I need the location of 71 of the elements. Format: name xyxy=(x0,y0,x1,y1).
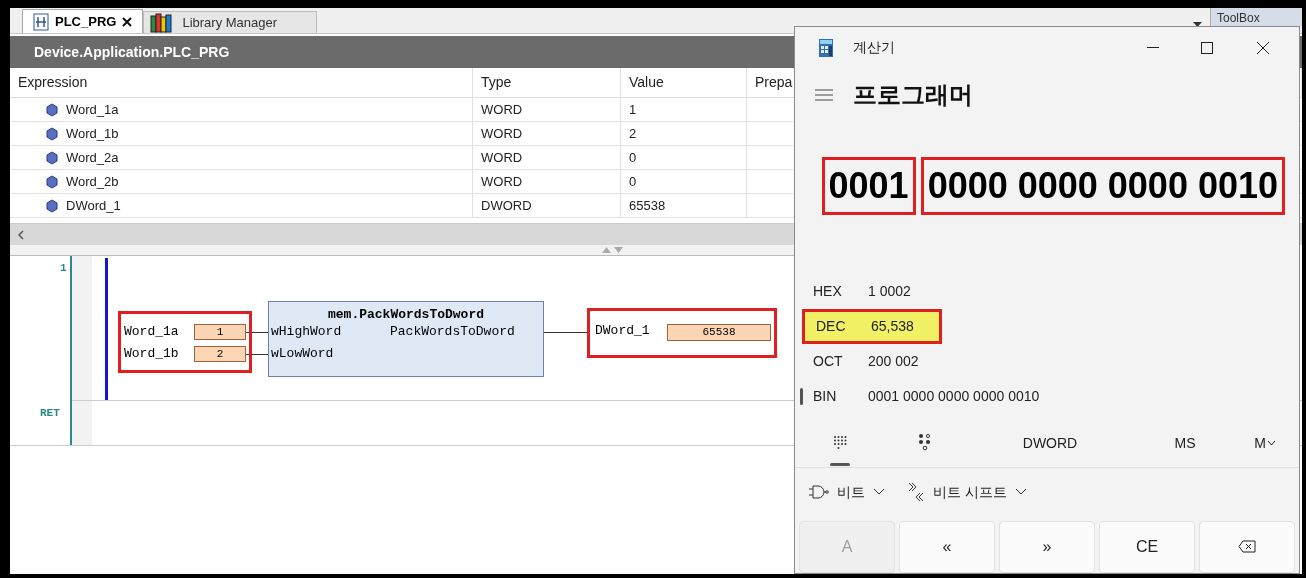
logic-gate-icon xyxy=(809,484,829,501)
variable-name: DWord_1 xyxy=(595,322,650,340)
table-cell: WORD xyxy=(473,98,621,121)
input-pin-label: wLowWord xyxy=(271,345,334,363)
table-cell-text: DWord_1 xyxy=(66,196,121,215)
editor-tab[interactable]: Library Manager xyxy=(143,11,318,33)
table-cell: 1 xyxy=(621,98,747,121)
value-field: 1 xyxy=(194,324,246,340)
table-cell-text: Word_2a xyxy=(66,148,119,167)
editor-tab[interactable]: PLC_PRG xyxy=(22,9,144,33)
value-field: 2 xyxy=(194,346,246,362)
table-cell-text: Word_1b xyxy=(66,124,119,143)
display-value: 0001 xyxy=(821,157,916,216)
table-cell: 65538 xyxy=(621,194,747,217)
close-icon[interactable] xyxy=(1257,41,1269,54)
radix-row[interactable]: DEC 65,538 xyxy=(802,309,942,345)
chevron-down-icon xyxy=(873,488,885,497)
maximize-icon[interactable] xyxy=(1201,41,1213,54)
minimize-icon[interactable] xyxy=(1147,46,1159,49)
column-header[interactable]: Value xyxy=(621,68,747,97)
dropdown-button[interactable]: 비트 xyxy=(809,481,885,503)
close-icon[interactable] xyxy=(122,16,133,27)
block-title: mem.PackWordsToDword xyxy=(327,306,485,324)
backspace-icon xyxy=(1238,540,1256,554)
dropdown-button[interactable]: 비트 시프트 xyxy=(907,481,1027,503)
table-cell: 0 xyxy=(621,170,747,193)
variable-icon xyxy=(46,198,58,213)
mode-title: 프로그래머 xyxy=(853,80,973,111)
table-cell: WORD xyxy=(473,170,621,193)
dropdown-arrow-icon[interactable] xyxy=(1193,22,1202,27)
variable-icon xyxy=(46,174,58,189)
input-pin-label: wHighWord xyxy=(271,323,342,341)
window-title: 계산기 xyxy=(853,38,895,58)
radix-row[interactable]: HEX 1 0002 xyxy=(795,274,1299,310)
output-pin-label: PackWordsToDword xyxy=(390,323,515,341)
shift-arrows-icon xyxy=(907,482,925,503)
chevron-down-icon xyxy=(1266,440,1276,447)
return-label: RET xyxy=(40,406,60,421)
books-icon xyxy=(150,12,173,33)
toolbox-tab[interactable]: ToolBox xyxy=(1210,8,1302,26)
variable-name: Word_1a xyxy=(124,323,179,341)
column-header[interactable]: Expression xyxy=(10,68,473,97)
table-cell: 0 xyxy=(621,146,747,169)
calculator-app-icon xyxy=(819,38,833,57)
calculator-key[interactable]: CE xyxy=(1099,521,1195,573)
variable-name: Word_1b xyxy=(124,345,179,363)
variable-icon xyxy=(46,102,58,117)
calculator-key[interactable]: » xyxy=(999,521,1095,573)
variable-icon xyxy=(46,126,58,141)
column-header[interactable]: Type xyxy=(473,68,621,97)
chevron-down-icon xyxy=(1014,488,1027,497)
radix-row[interactable]: BIN 0001 0000 0000 0000 0010 xyxy=(795,379,1299,415)
toolbar-button[interactable]: M xyxy=(1235,420,1295,467)
keypad-icon xyxy=(833,435,847,452)
toolbar-button[interactable]: DWORD xyxy=(965,420,1135,467)
radix-row[interactable]: OCT 200 002 xyxy=(795,344,1299,380)
ladder-document-icon xyxy=(33,12,49,31)
toolbar-button[interactable]: MS xyxy=(1135,420,1235,467)
variable-icon xyxy=(46,150,58,165)
display-value: 0000 0000 0000 0010 xyxy=(920,157,1285,216)
value-field: 65538 xyxy=(667,324,771,341)
scroll-left-icon[interactable] xyxy=(18,229,24,240)
table-cell: 2 xyxy=(621,122,747,145)
table-cell: WORD xyxy=(473,146,621,169)
table-cell-text: Word_2b xyxy=(66,172,119,191)
calculator-key[interactable]: « xyxy=(899,521,995,573)
network-number: 1 xyxy=(60,261,67,276)
bit-dots-icon xyxy=(918,434,932,453)
table-cell: DWORD xyxy=(473,194,621,217)
table-cell-text: Word_1a xyxy=(66,100,119,119)
table-cell: WORD xyxy=(473,122,621,145)
